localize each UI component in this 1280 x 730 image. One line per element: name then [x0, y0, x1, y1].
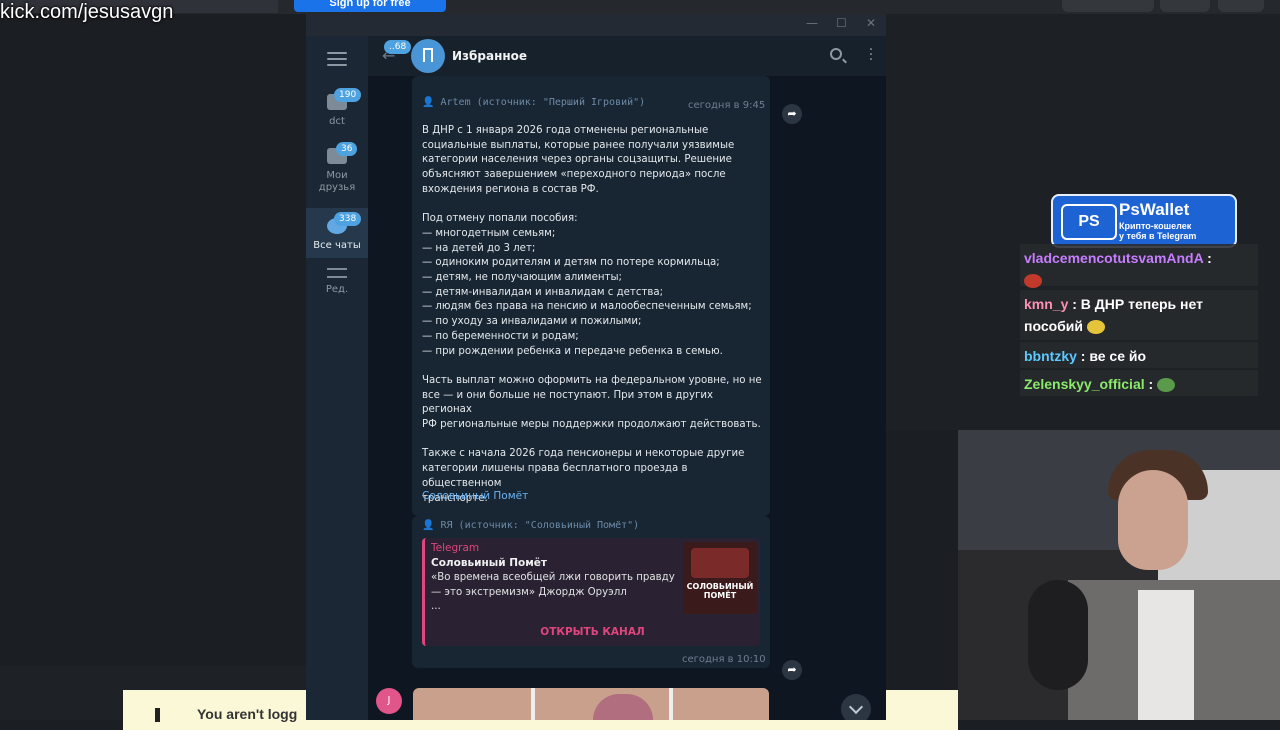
- pswallet-subtitle: Крипто-кошелек у тебя в Telegram: [1119, 221, 1197, 241]
- chat-username: Zelenskyy_official: [1024, 376, 1145, 392]
- forward-header: 👤 Artem (источник: "Перший Ігровий"): [422, 97, 645, 108]
- bookmark-icon: [423, 48, 433, 62]
- telegram-window: — ☐ ✕ dct 190 Мои друзья 36 Все чаты 338…: [306, 14, 886, 720]
- chat-username: bbntzky: [1024, 348, 1077, 364]
- search-icon[interactable]: [830, 48, 842, 60]
- chat-message: bbntzky : ве се йо: [1020, 342, 1258, 368]
- hamburger-menu-icon[interactable]: [327, 52, 347, 66]
- channel-link[interactable]: Соловьиный Помёт: [422, 490, 528, 502]
- minimize-button[interactable]: —: [806, 16, 818, 30]
- sender-avatar[interactable]: J: [376, 688, 402, 714]
- message-text: В ДНР с 1 января 2026 года отменены реги…: [422, 125, 762, 504]
- window-titlebar: — ☐ ✕: [306, 14, 886, 36]
- folder-my-friends[interactable]: Мои друзья 36: [306, 142, 368, 204]
- unread-badge: 338: [334, 212, 362, 226]
- message-time: сегодня в 10:10: [682, 654, 766, 665]
- close-button[interactable]: ✕: [866, 16, 876, 30]
- folder-edit[interactable]: Ред.: [306, 268, 368, 310]
- message-bubble[interactable]: 👤 Artem (источник: "Перший Ігровий") сег…: [412, 76, 770, 516]
- message-bubble[interactable]: 👤 RЯ (источник: "Соловьиный Помёт") Tele…: [412, 516, 770, 668]
- chat-header: ← ..68 Избранное · · ·: [368, 36, 886, 76]
- message-list: 👤 Artem (источник: "Перший Ігровий") сег…: [368, 76, 886, 720]
- folder-all-chats[interactable]: Все чаты 338: [306, 208, 368, 258]
- forward-header: 👤 RЯ (источник: "Соловьиный Помёт"): [422, 520, 639, 531]
- back-unread-badge: ..68: [384, 40, 412, 54]
- emote-icon: [1086, 320, 1105, 335]
- chat-message: Zelenskyy_official :: [1020, 370, 1258, 396]
- maximize-button[interactable]: ☐: [836, 16, 847, 30]
- folder-label: Мои друзья: [318, 170, 356, 193]
- share-icon[interactable]: ➦: [782, 104, 802, 124]
- forward-source[interactable]: Artem (источник: "Перший Ігровий"): [440, 97, 645, 108]
- message-time: сегодня в 9:45: [688, 100, 766, 111]
- unread-badge: 36: [336, 142, 358, 156]
- pswallet-name: PsWallet: [1119, 200, 1190, 219]
- preview-description: «Во времена всеобщей лжи говорить правду…: [431, 572, 675, 613]
- photo-message[interactable]: [413, 688, 769, 720]
- pswallet-logo: PS: [1061, 204, 1117, 240]
- chat-text: : ве се йо: [1080, 348, 1147, 364]
- folder-sidebar: dct 190 Мои друзья 36 Все чаты 338 Ред.: [306, 36, 368, 720]
- emote-icon: [1024, 274, 1042, 289]
- signup-button[interactable]: Sign up for free: [294, 0, 446, 12]
- user-icon: 👤: [422, 520, 435, 531]
- action-button[interactable]: [1160, 0, 1210, 12]
- folder-label: Ред.: [325, 284, 349, 295]
- forward-source[interactable]: RЯ (источник: "Соловьиный Помёт"): [440, 520, 639, 531]
- scroll-down-button[interactable]: [841, 694, 871, 720]
- more-options-icon[interactable]: · · ·: [868, 43, 874, 67]
- chat-username: kmn_y: [1024, 296, 1069, 312]
- link-preview-card[interactable]: Telegram Соловьиный Помёт «Во времена вс…: [422, 538, 760, 646]
- open-channel-button[interactable]: ОТКРЫТЬ КАНАЛ: [425, 626, 760, 638]
- user-icon: 👤: [422, 97, 435, 108]
- thumbnail-text: СОЛОВЬИНЫЙ ПОМЁТ: [686, 582, 754, 600]
- chat-message: vladcemencotutsvamAndA :: [1020, 244, 1258, 289]
- share-button[interactable]: [1062, 0, 1154, 12]
- preview-source: Telegram: [431, 542, 480, 554]
- folder-label: Все чаты: [313, 240, 361, 251]
- saved-messages-avatar[interactable]: [411, 39, 445, 73]
- chat-title[interactable]: Избранное: [452, 49, 527, 63]
- menu-button[interactable]: [1218, 0, 1264, 12]
- webcam-feed: [958, 430, 1280, 720]
- folder-label: dct: [329, 116, 345, 127]
- channel-thumbnail: СОЛОВЬИНЫЙ ПОМЁТ: [683, 542, 757, 614]
- chat-username: vladcemencotutsvamAndA: [1024, 250, 1204, 266]
- pswallet-ad: PS PsWallet Крипто-кошелек у тебя в Tele…: [1051, 194, 1237, 248]
- chat-message: kmn_y : В ДНР теперь нет пособий: [1020, 290, 1258, 340]
- chat-text: :: [1148, 376, 1154, 392]
- sliders-icon: [327, 268, 347, 278]
- unread-badge: 190: [334, 88, 362, 102]
- share-icon[interactable]: ➦: [782, 660, 802, 680]
- emote-icon: [1157, 378, 1176, 393]
- preview-title: Соловьиный Помёт: [431, 557, 548, 569]
- stream-url-overlay: kick.com/jesusavgn: [0, 1, 174, 23]
- folder-dct[interactable]: dct 190: [306, 88, 368, 142]
- chat-text: :: [1207, 250, 1212, 266]
- microphone: [1028, 580, 1088, 690]
